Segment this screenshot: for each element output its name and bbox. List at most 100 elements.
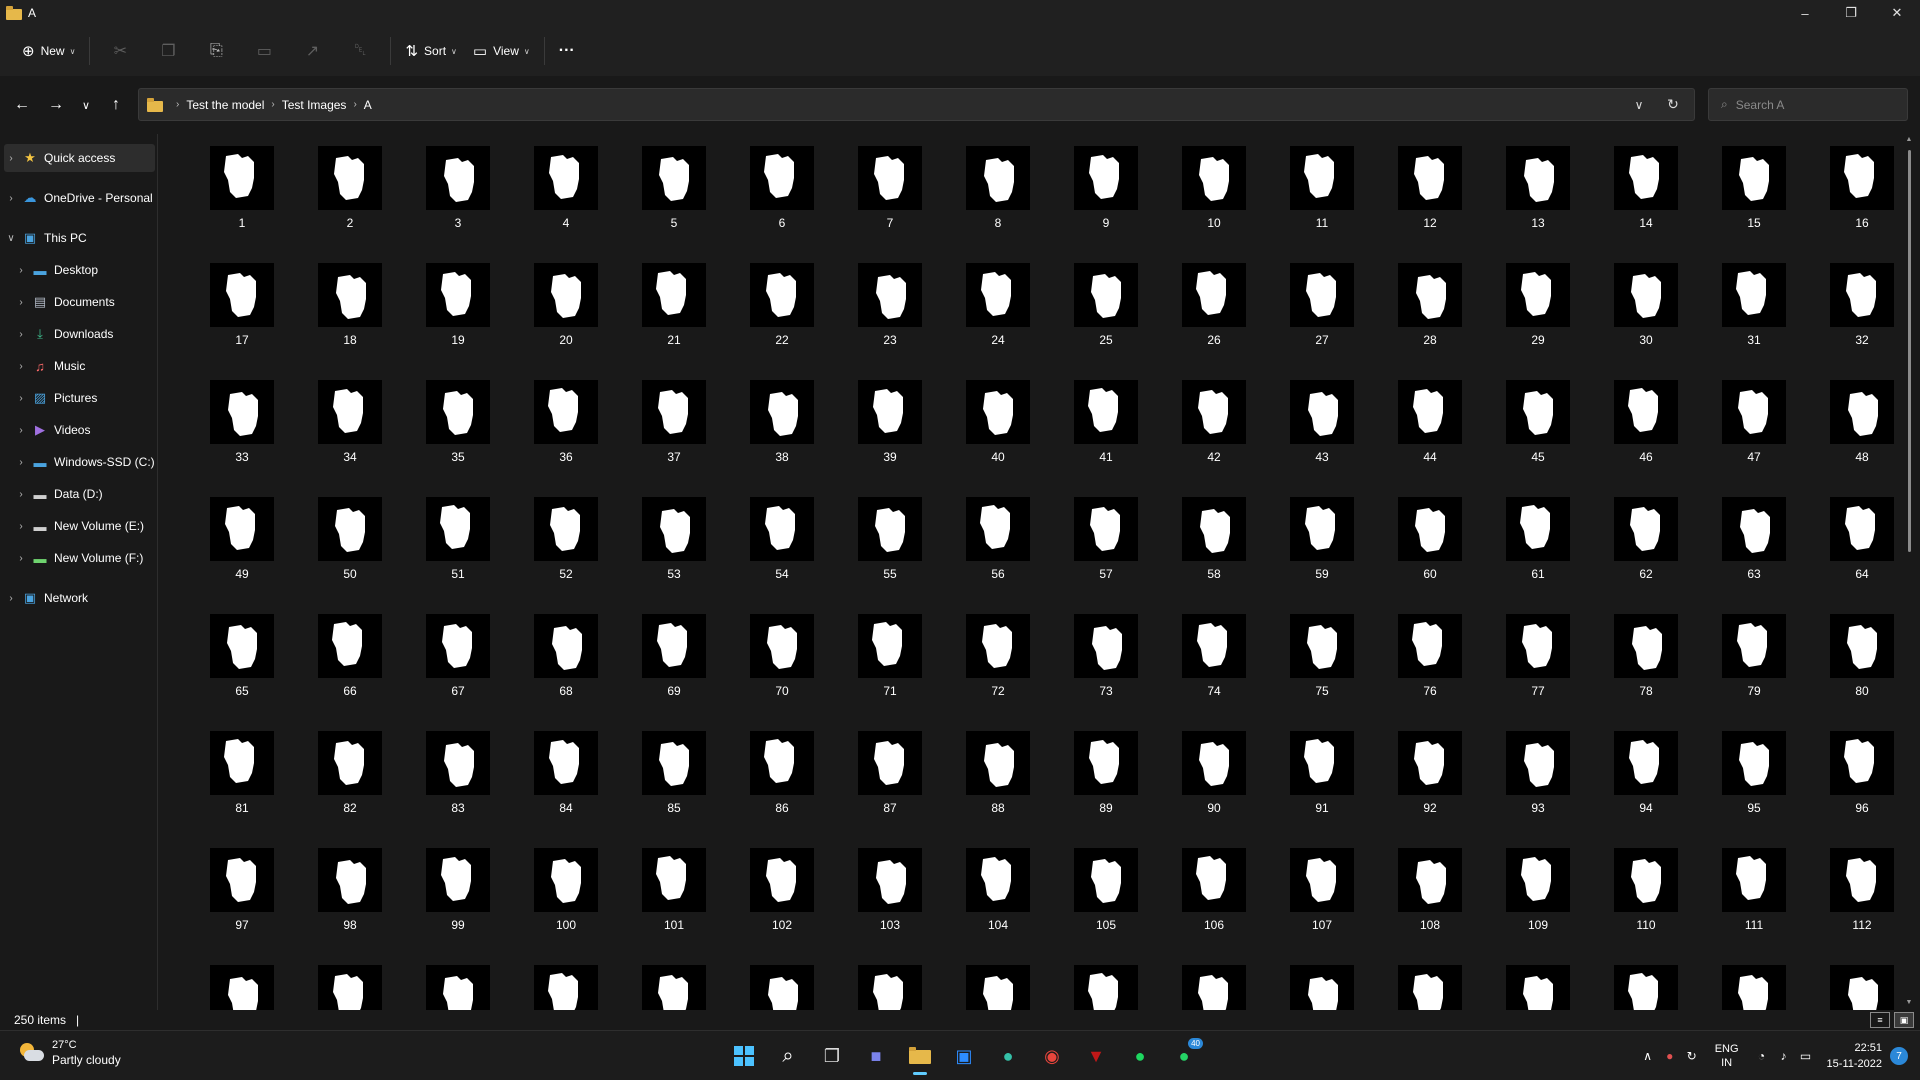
file-item[interactable]: 108 [1376, 842, 1484, 959]
file-item[interactable]: 86 [728, 725, 836, 842]
sidebar-item-drive-f[interactable]: › ▬ New Volume (F:) [14, 544, 171, 572]
file-item[interactable]: 56 [944, 491, 1052, 608]
file-item[interactable]: 51 [404, 491, 512, 608]
sidebar-item-desktop[interactable]: › ▬ Desktop [14, 256, 171, 284]
file-item[interactable] [1052, 959, 1160, 1010]
file-item[interactable]: 79 [1700, 608, 1808, 725]
file-item[interactable]: 54 [728, 491, 836, 608]
sort-button[interactable]: ⇅ Sort ∨ [397, 33, 464, 69]
file-item[interactable]: 74 [1160, 608, 1268, 725]
file-item[interactable]: 26 [1160, 257, 1268, 374]
file-item[interactable]: 9 [1052, 140, 1160, 257]
refresh-button[interactable]: ↻ [1656, 96, 1690, 113]
start-button[interactable] [722, 1036, 766, 1076]
file-item[interactable]: 11 [1268, 140, 1376, 257]
file-item[interactable] [296, 959, 404, 1010]
file-item[interactable]: 68 [512, 608, 620, 725]
file-item[interactable]: 90 [1160, 725, 1268, 842]
chevron-right-icon[interactable]: › [14, 457, 28, 468]
file-item[interactable]: 61 [1484, 491, 1592, 608]
chevron-up-icon[interactable]: ∧ [1637, 1049, 1659, 1063]
sidebar-item-drive-d[interactable]: › ▬ Data (D:) [14, 480, 171, 508]
file-item[interactable]: 23 [836, 257, 944, 374]
file-item[interactable]: 22 [728, 257, 836, 374]
file-item[interactable]: 100 [512, 842, 620, 959]
file-item[interactable]: 6 [728, 140, 836, 257]
file-item[interactable]: 2 [296, 140, 404, 257]
chrome-taskbar-button[interactable]: ◉ [1030, 1036, 1074, 1076]
file-item[interactable]: 70 [728, 608, 836, 725]
file-item[interactable]: 77 [1484, 608, 1592, 725]
file-item[interactable]: 49 [188, 491, 296, 608]
large-icons-view-button[interactable]: ▣ [1894, 1012, 1914, 1028]
file-item[interactable]: 29 [1484, 257, 1592, 374]
minimize-button[interactable]: – [1782, 0, 1828, 26]
new-button[interactable]: ⊕ New ∨ [14, 33, 83, 69]
recent-locations-button[interactable]: ∨ [72, 92, 100, 118]
share-button[interactable]: ↗ [288, 33, 336, 69]
clock[interactable]: 22:51 15-11-2022 [1827, 1040, 1882, 1072]
chevron-right-icon[interactable]: › [14, 489, 28, 500]
file-item[interactable]: 5 [620, 140, 728, 257]
file-item[interactable]: 103 [836, 842, 944, 959]
file-item[interactable]: 104 [944, 842, 1052, 959]
file-item[interactable]: 57 [1052, 491, 1160, 608]
file-item[interactable]: 34 [296, 374, 404, 491]
file-item[interactable]: 33 [188, 374, 296, 491]
file-item[interactable]: 73 [1052, 608, 1160, 725]
file-item[interactable] [1160, 959, 1268, 1010]
file-item[interactable] [1592, 959, 1700, 1010]
file-item[interactable]: 102 [728, 842, 836, 959]
chevron-right-icon[interactable]: › [4, 193, 18, 204]
file-item[interactable]: 42 [1160, 374, 1268, 491]
file-item[interactable]: 75 [1268, 608, 1376, 725]
close-button[interactable]: ✕ [1874, 0, 1920, 26]
file-item[interactable] [620, 959, 728, 1010]
sidebar-item-this-pc[interactable]: ∨ ▣ This PC [4, 224, 161, 252]
file-item[interactable]: 69 [620, 608, 728, 725]
file-item[interactable] [836, 959, 944, 1010]
file-item[interactable]: 45 [1484, 374, 1592, 491]
chevron-right-icon[interactable]: › [4, 593, 18, 604]
file-item[interactable] [512, 959, 620, 1010]
file-item[interactable]: 21 [620, 257, 728, 374]
file-item[interactable]: 25 [1052, 257, 1160, 374]
rename-button[interactable]: ▭ [240, 33, 288, 69]
scroll-down-arrow-icon[interactable]: ▼ [1904, 999, 1914, 1006]
breadcrumb-item[interactable]: A [364, 98, 372, 112]
chevron-right-icon[interactable]: › [14, 361, 28, 372]
file-item[interactable]: 24 [944, 257, 1052, 374]
file-item[interactable]: 50 [296, 491, 404, 608]
view-button[interactable]: ▭ View ∨ [465, 33, 538, 69]
chevron-right-icon[interactable]: › [14, 553, 28, 564]
file-item[interactable]: 111 [1700, 842, 1808, 959]
file-item[interactable]: 64 [1808, 491, 1900, 608]
wifi-icon[interactable]: ◔ [1751, 1049, 1773, 1063]
file-item[interactable] [1700, 959, 1808, 1010]
file-item[interactable]: 96 [1808, 725, 1900, 842]
zoom-taskbar-button[interactable]: ▣ [942, 1036, 986, 1076]
file-item[interactable]: 14 [1592, 140, 1700, 257]
file-item[interactable]: 71 [836, 608, 944, 725]
file-item[interactable] [1376, 959, 1484, 1010]
file-item[interactable]: 83 [404, 725, 512, 842]
delete-button[interactable]: ␡ [336, 33, 384, 69]
chevron-right-icon[interactable]: › [14, 265, 28, 276]
file-item[interactable]: 31 [1700, 257, 1808, 374]
file-item[interactable]: 39 [836, 374, 944, 491]
edge-taskbar-button[interactable]: ● [986, 1036, 1030, 1076]
file-item[interactable]: 110 [1592, 842, 1700, 959]
whatsapp-taskbar-button[interactable]: ● 40 [1162, 1036, 1206, 1076]
file-item[interactable]: 76 [1376, 608, 1484, 725]
paste-button[interactable]: ⎘ [192, 33, 240, 69]
file-item[interactable]: 82 [296, 725, 404, 842]
file-item[interactable]: 32 [1808, 257, 1900, 374]
file-item[interactable]: 48 [1808, 374, 1900, 491]
file-item[interactable] [1268, 959, 1376, 1010]
sidebar-item-drive-e[interactable]: › ▬ New Volume (E:) [14, 512, 171, 540]
weather-widget[interactable]: 27°C Partly cloudy [18, 1039, 121, 1067]
file-item[interactable]: 101 [620, 842, 728, 959]
chevron-right-icon[interactable]: › [14, 297, 28, 308]
file-item[interactable]: 17 [188, 257, 296, 374]
chevron-right-icon[interactable]: › [14, 521, 28, 532]
